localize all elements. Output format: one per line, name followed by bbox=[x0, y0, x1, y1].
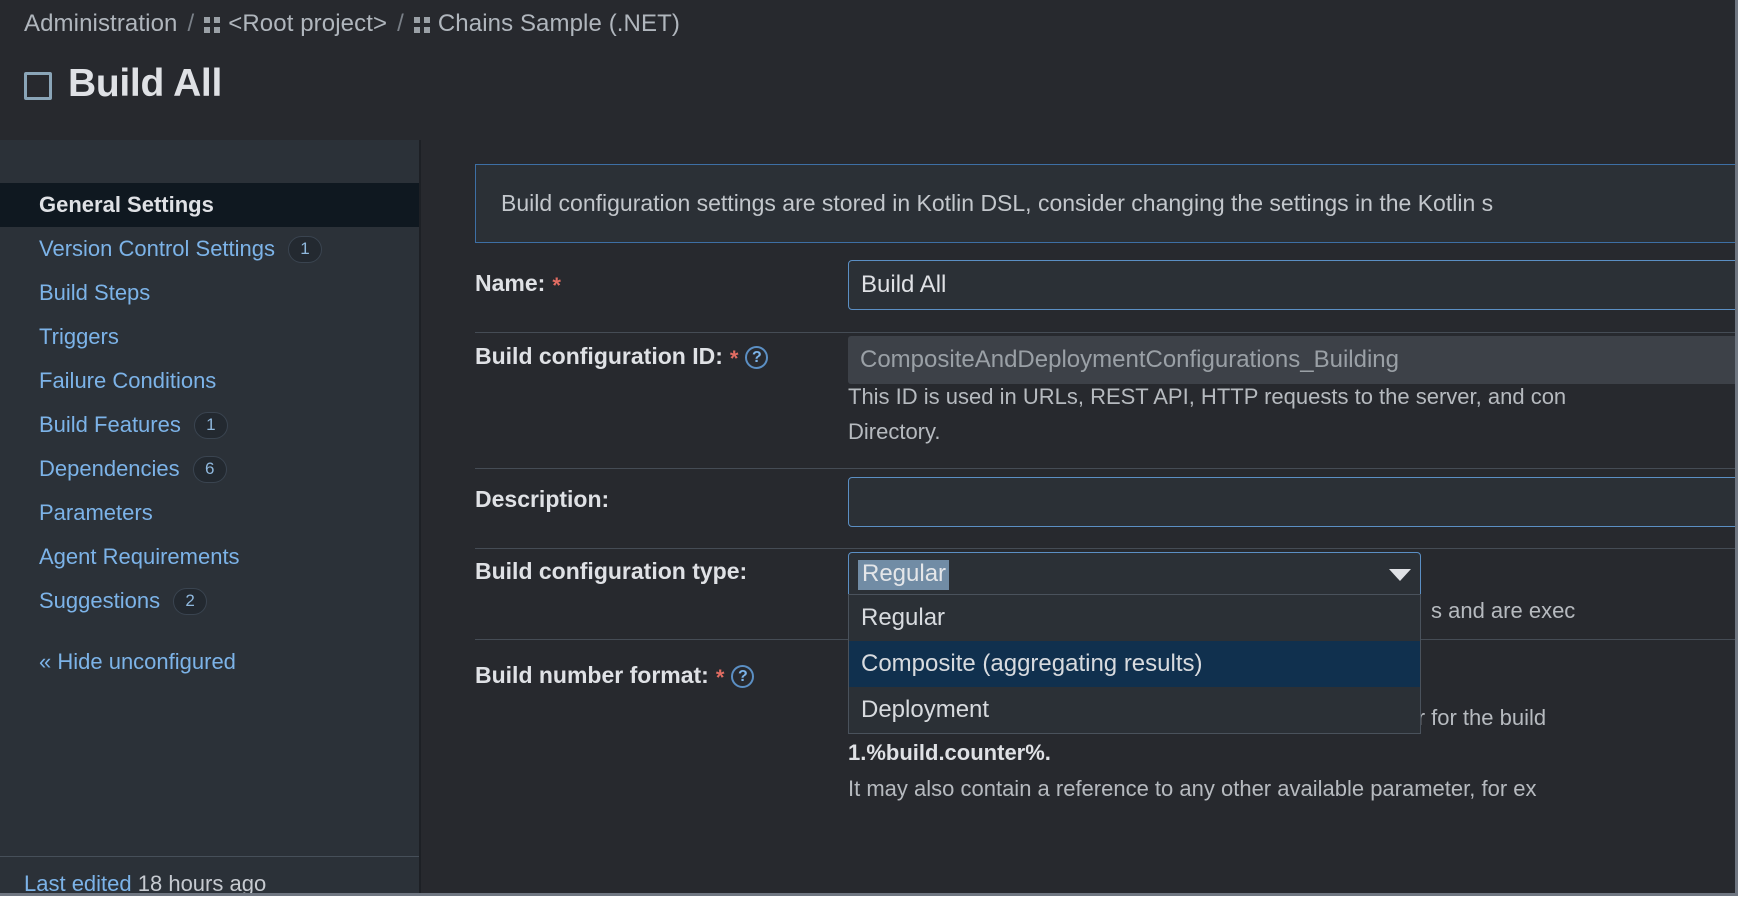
sidebar-item-triggers[interactable]: Triggers bbox=[0, 315, 419, 359]
sidebar-item-dependencies[interactable]: Dependencies 6 bbox=[0, 447, 419, 491]
sidebar-item-label: Agent Requirements bbox=[39, 544, 240, 570]
description-input[interactable] bbox=[848, 477, 1748, 527]
build-number-format-help-line-2: 1.%build.counter%. bbox=[848, 740, 1051, 766]
project-grid-icon bbox=[204, 17, 221, 34]
page-title-row: Build All bbox=[24, 62, 222, 106]
build-number-format-label-text: Build number format: bbox=[475, 662, 709, 689]
dropdown-option-label: Composite (aggregating results) bbox=[861, 650, 1203, 678]
project-grid-icon-2 bbox=[414, 17, 431, 34]
sidebar-item-badge: 1 bbox=[194, 412, 228, 439]
build-config-id-required-star: * bbox=[730, 346, 739, 372]
build-config-type-selected-value: Regular bbox=[858, 560, 949, 590]
build-config-id-help-line-2: Directory. bbox=[848, 419, 941, 445]
breadcrumb: Administration / <Root project> / Chains… bbox=[24, 10, 680, 38]
breadcrumb-item-root-project[interactable]: <Root project> bbox=[228, 10, 387, 38]
kotlin-dsl-banner-text: Build configuration settings are stored … bbox=[501, 190, 1493, 217]
build-config-type-dropdown-list[interactable]: Regular Composite (aggregating results) … bbox=[848, 594, 1421, 734]
dropdown-option-label: Regular bbox=[861, 604, 945, 632]
chevron-down-icon[interactable] bbox=[1380, 554, 1419, 596]
sidebar-item-label: Suggestions bbox=[39, 588, 160, 614]
row-divider-3 bbox=[475, 548, 1748, 549]
build-config-type-help-tail: s and are exec bbox=[1431, 598, 1575, 624]
breadcrumb-item-administration[interactable]: Administration bbox=[24, 10, 177, 38]
build-config-id-label-text: Build configuration ID: bbox=[475, 343, 723, 370]
breadcrumb-separator-2: / bbox=[397, 10, 404, 38]
row-divider-1 bbox=[475, 332, 1748, 333]
sidebar-item-label: Version Control Settings bbox=[39, 236, 275, 262]
page-title: Build All bbox=[68, 62, 222, 106]
sidebar-item-label: Build Steps bbox=[39, 280, 150, 306]
sidebar-item-general-settings[interactable]: General Settings bbox=[0, 183, 419, 227]
build-config-id-input[interactable]: CompositeAndDeploymentConfigurations_Bui… bbox=[848, 336, 1748, 384]
build-config-id-help-line-1: This ID is used in URLs, REST API, HTTP … bbox=[848, 384, 1566, 410]
sidebar-item-label: Dependencies bbox=[39, 456, 180, 482]
sidebar-item-build-steps[interactable]: Build Steps bbox=[0, 271, 419, 315]
name-label-text: Name: bbox=[475, 270, 545, 297]
page-header: Administration / <Root project> / Chains… bbox=[0, 0, 1748, 136]
build-number-format-help-bold: 1.%build.counter%. bbox=[848, 740, 1051, 765]
settings-sidebar: General Settings Version Control Setting… bbox=[0, 140, 419, 904]
name-input-value: Build All bbox=[861, 271, 946, 299]
sidebar-item-label: Triggers bbox=[39, 324, 119, 350]
description-label-text: Description: bbox=[475, 486, 609, 513]
sidebar-item-suggestions[interactable]: Suggestions 2 bbox=[0, 579, 419, 623]
kotlin-dsl-banner: Build configuration settings are stored … bbox=[475, 164, 1748, 243]
sidebar-item-version-control-settings[interactable]: Version Control Settings 1 bbox=[0, 227, 419, 271]
sidebar-item-build-features[interactable]: Build Features 1 bbox=[0, 403, 419, 447]
build-number-format-help-line-3: It may also contain a reference to any o… bbox=[848, 776, 1537, 802]
pause-square-icon[interactable] bbox=[24, 72, 52, 100]
main-content: Build configuration settings are stored … bbox=[421, 140, 1748, 904]
window-edge-right bbox=[1738, 0, 1748, 904]
build-config-type-label-text: Build configuration type: bbox=[475, 558, 747, 585]
build-config-id-label: Build configuration ID: * ? bbox=[475, 343, 768, 370]
name-input[interactable]: Build All bbox=[848, 260, 1748, 310]
description-label: Description: bbox=[475, 486, 609, 513]
build-config-type-label: Build configuration type: bbox=[475, 558, 747, 585]
sidebar-item-label: General Settings bbox=[39, 192, 214, 218]
build-config-type-select[interactable]: Regular bbox=[848, 552, 1421, 598]
dropdown-option-composite[interactable]: Composite (aggregating results) bbox=[849, 641, 1420, 687]
build-config-id-value: CompositeAndDeploymentConfigurations_Bui… bbox=[860, 346, 1399, 374]
sidebar-item-label: Failure Conditions bbox=[39, 368, 216, 394]
build-number-format-label: Build number format: * ? bbox=[475, 662, 754, 689]
dropdown-option-regular[interactable]: Regular bbox=[849, 595, 1420, 641]
name-required-star: * bbox=[552, 273, 561, 299]
dropdown-option-deployment[interactable]: Deployment bbox=[849, 687, 1420, 733]
help-icon[interactable]: ? bbox=[745, 346, 768, 369]
sidebar-item-badge: 6 bbox=[193, 456, 227, 483]
breadcrumb-separator: / bbox=[187, 10, 194, 38]
name-label: Name: * bbox=[475, 270, 561, 297]
help-icon[interactable]: ? bbox=[731, 665, 754, 688]
sidebar-item-badge: 2 bbox=[173, 588, 207, 615]
sidebar-item-label: Build Features bbox=[39, 412, 181, 438]
build-number-format-required-star: * bbox=[716, 665, 725, 691]
sidebar-top-spacer bbox=[0, 140, 419, 183]
dropdown-option-label: Deployment bbox=[861, 696, 989, 724]
breadcrumb-item-chains-sample[interactable]: Chains Sample (.NET) bbox=[438, 10, 680, 38]
row-divider-2 bbox=[475, 468, 1748, 469]
sidebar-item-failure-conditions[interactable]: Failure Conditions bbox=[0, 359, 419, 403]
sidebar-item-label: Parameters bbox=[39, 500, 153, 526]
app-root: Administration / <Root project> / Chains… bbox=[0, 0, 1748, 904]
sidebar-item-agent-requirements[interactable]: Agent Requirements bbox=[0, 535, 419, 579]
hide-unconfigured-link[interactable]: « Hide unconfigured bbox=[0, 640, 419, 684]
sidebar-item-badge: 1 bbox=[288, 236, 322, 263]
window-edge-bottom bbox=[0, 896, 1748, 904]
sidebar-item-parameters[interactable]: Parameters bbox=[0, 491, 419, 535]
